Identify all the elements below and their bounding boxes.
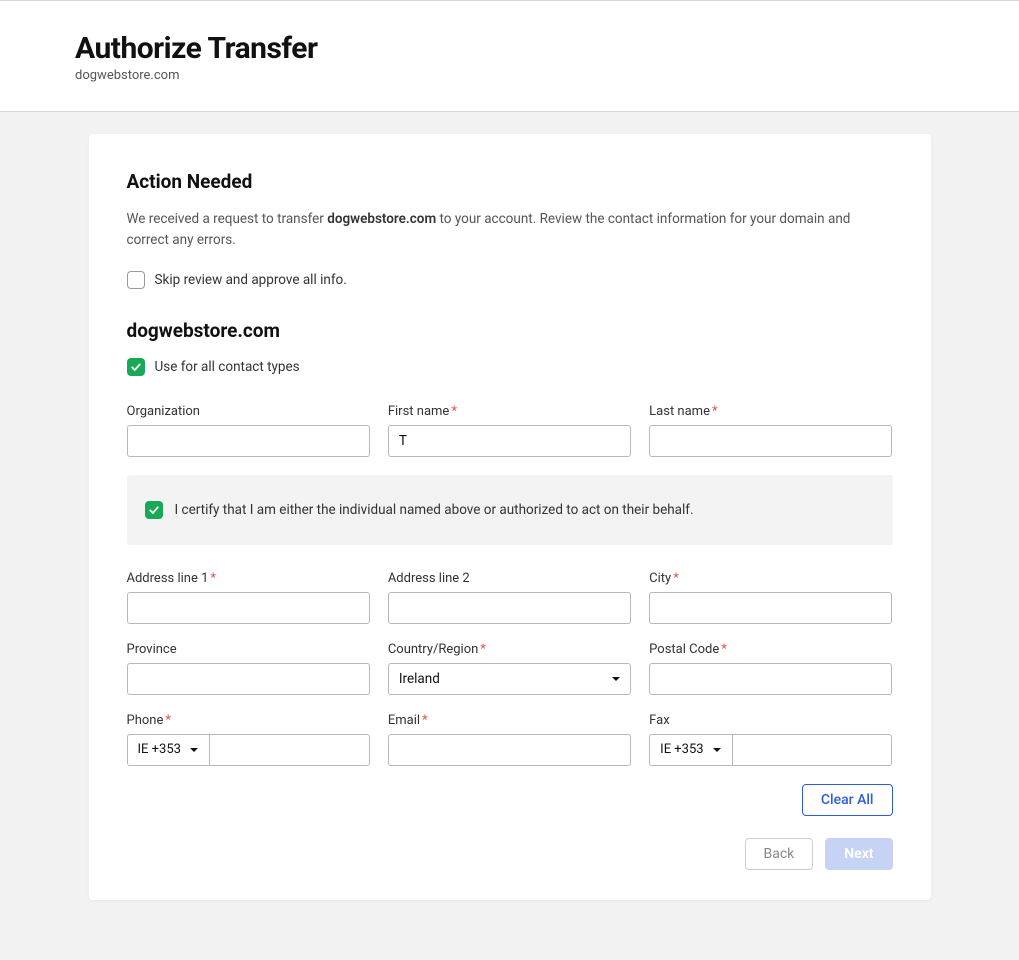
intro-text: We received a request to transfer dogweb… [127,209,877,251]
province-label: Province [127,642,370,657]
required-marker: * [673,571,679,586]
postal-field: Postal Code* [649,642,892,695]
page-canvas: Action Needed We received a request to t… [0,112,1019,960]
address-row: Address line 1* Address line 2 City* [127,571,893,624]
last-name-input[interactable] [649,425,892,457]
phone-label: Phone* [127,713,370,728]
nav-row: Back Next [127,838,893,870]
first-name-label: First name* [388,404,631,419]
address1-input[interactable] [127,592,370,624]
postal-label: Postal Code* [649,642,892,657]
address1-label: Address line 1* [127,571,370,586]
intro-pre: We received a request to transfer [127,211,328,227]
action-needed-title: Action Needed [127,170,893,193]
country-select-wrap: Ireland [388,663,631,695]
page-subtitle: dogwebstore.com [75,68,944,83]
address2-field: Address line 2 [388,571,631,624]
address2-label: Address line 2 [388,571,631,586]
fax-field: Fax IE +353 [649,713,892,766]
page-title: Authorize Transfer [75,31,944,66]
country-field: Country/Region* Ireland [388,642,631,695]
province-input[interactable] [127,663,370,695]
province-field: Province [127,642,370,695]
intro-domain: dogwebstore.com [327,211,436,227]
address1-field: Address line 1* [127,571,370,624]
back-button[interactable]: Back [745,838,814,870]
skip-review-row: Skip review and approve all info. [127,271,893,289]
fax-input[interactable] [732,734,893,766]
certify-checkbox[interactable] [145,501,163,519]
email-field: Email* [388,713,631,766]
chevron-down-icon [712,745,722,755]
email-input[interactable] [388,734,631,766]
contact-row: Phone* IE +353 Email* Fax IE +353 [127,713,893,766]
first-name-input[interactable] [388,425,631,457]
certify-box: I certify that I am either the individua… [127,475,893,545]
organization-label: Organization [127,404,370,419]
phone-prefix-label: IE +353 [138,742,181,757]
fax-country-prefix[interactable]: IE +353 [649,734,731,766]
fax-group: IE +353 [649,734,892,766]
page-header: Authorize Transfer dogwebstore.com [0,0,1019,112]
name-row: Organization First name* Last name* [127,404,893,457]
domain-name-heading: dogwebstore.com [127,319,893,342]
phone-input[interactable] [209,734,370,766]
region-row: Province Country/Region* Ireland Postal … [127,642,893,695]
postal-input[interactable] [649,663,892,695]
required-marker: * [165,713,171,728]
skip-review-checkbox[interactable] [127,271,145,289]
address2-input[interactable] [388,592,631,624]
certify-label: I certify that I am either the individua… [175,502,694,518]
country-select[interactable]: Ireland [388,663,631,695]
use-for-all-checkbox[interactable] [127,358,145,376]
required-marker: * [422,713,428,728]
last-name-label: Last name* [649,404,892,419]
fax-prefix-label: IE +353 [660,742,703,757]
city-label: City* [649,571,892,586]
organization-input[interactable] [127,425,370,457]
required-marker: * [451,404,457,419]
fax-label: Fax [649,713,892,728]
required-marker: * [712,404,718,419]
use-for-all-row: Use for all contact types [127,358,893,376]
city-field: City* [649,571,892,624]
phone-field: Phone* IE +353 [127,713,370,766]
required-marker: * [721,642,727,657]
last-name-field: Last name* [649,404,892,457]
city-input[interactable] [649,592,892,624]
email-label: Email* [388,713,631,728]
organization-field: Organization [127,404,370,457]
required-marker: * [480,642,486,657]
chevron-down-icon [189,745,199,755]
phone-country-prefix[interactable]: IE +353 [127,734,209,766]
next-button[interactable]: Next [825,838,892,870]
first-name-field: First name* [388,404,631,457]
clear-row: Clear All [127,784,893,816]
skip-review-label: Skip review and approve all info. [155,272,347,288]
country-label: Country/Region* [388,642,631,657]
phone-group: IE +353 [127,734,370,766]
clear-all-button[interactable]: Clear All [802,784,893,816]
form-card: Action Needed We received a request to t… [89,134,931,900]
use-for-all-label: Use for all contact types [155,359,300,375]
required-marker: * [210,571,216,586]
